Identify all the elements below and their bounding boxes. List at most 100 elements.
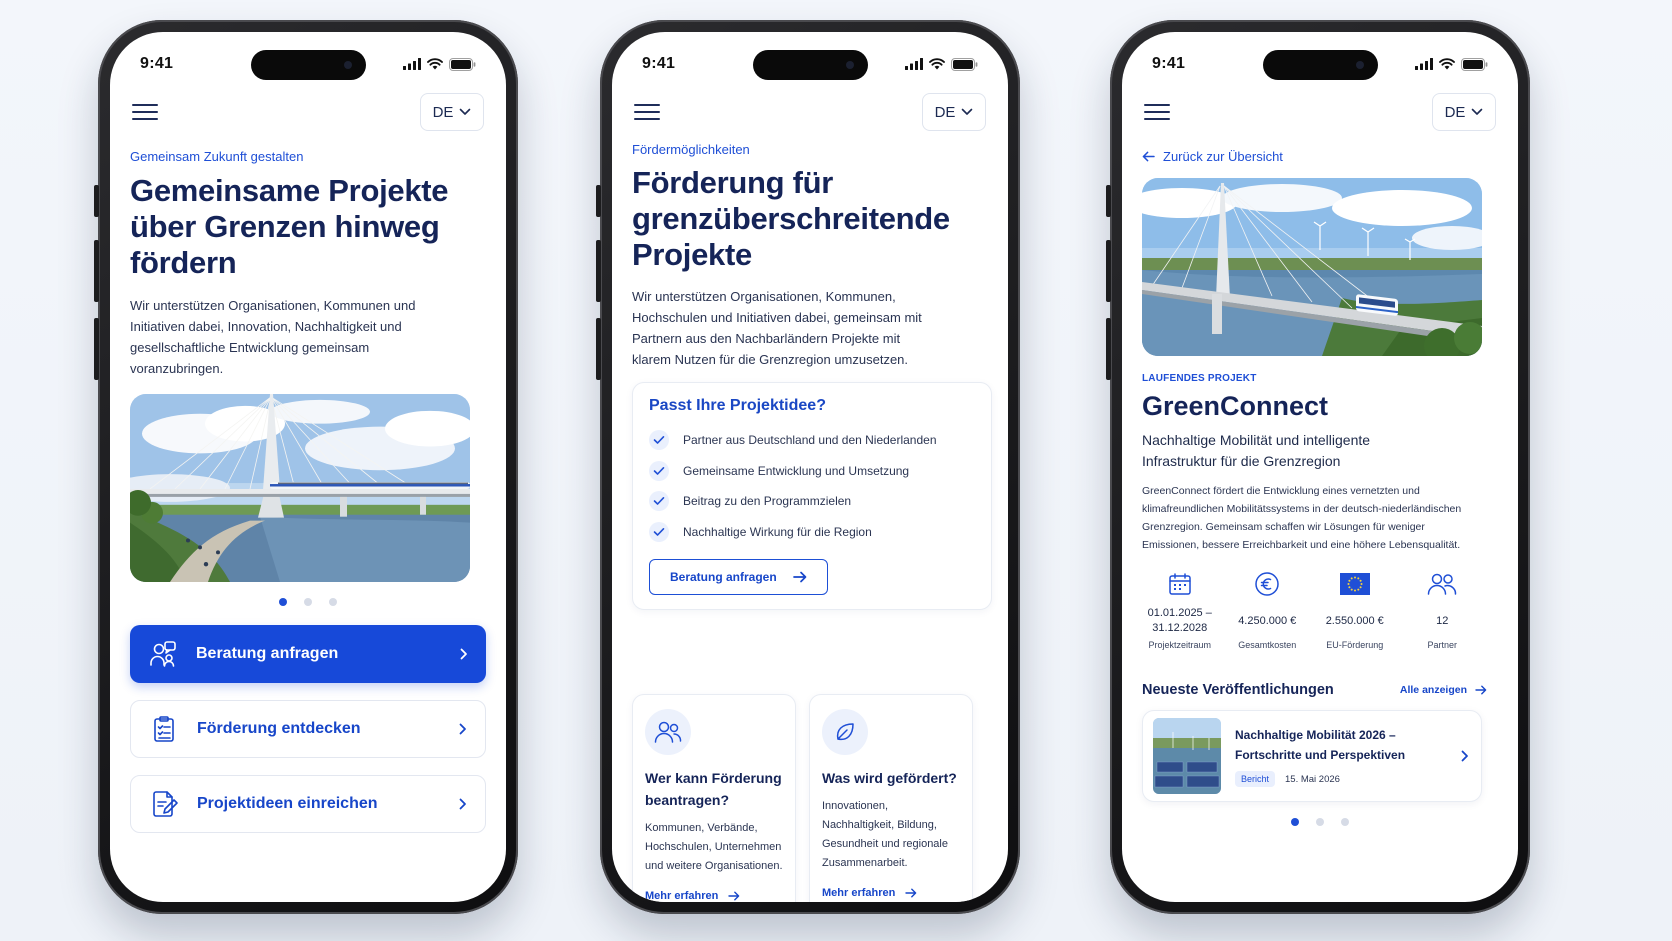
language-label: DE bbox=[1444, 103, 1466, 121]
alle-anzeigen-link[interactable]: Alle anzeigen bbox=[1400, 684, 1487, 696]
carousel-dot[interactable] bbox=[1316, 818, 1324, 826]
top-bar: DE bbox=[634, 92, 986, 132]
signal-icon bbox=[403, 58, 421, 70]
hamburger-menu-icon[interactable] bbox=[132, 102, 158, 122]
projektideen-einreichen-button[interactable]: Projektideen einreichen bbox=[130, 775, 486, 833]
info-card-what[interactable]: Was wird gefördert? Innovationen, Nachha… bbox=[809, 694, 973, 902]
document-edit-icon bbox=[153, 791, 178, 817]
project-subtitle: Nachhaltige Mobilität und intelligente I… bbox=[1142, 432, 1371, 469]
hamburger-menu-icon[interactable] bbox=[634, 102, 660, 122]
check-list-item: Beitrag zu den Programmzielen bbox=[649, 486, 975, 517]
carousel-dot[interactable] bbox=[329, 598, 337, 606]
publication-type-badge: Bericht bbox=[1235, 771, 1276, 787]
project-image-bridge-bus bbox=[1142, 178, 1482, 356]
stat-value: 01.01.2025 – 31.12.2028 bbox=[1147, 607, 1212, 634]
chevron-down-icon bbox=[961, 108, 973, 116]
carousel-dot[interactable] bbox=[1291, 818, 1299, 826]
chevron-down-icon bbox=[1471, 108, 1483, 116]
mehr-erfahren-link[interactable]: Mehr erfahren bbox=[645, 890, 783, 902]
stat-label: EU-Förderung bbox=[1326, 640, 1384, 650]
wifi-icon bbox=[929, 58, 945, 70]
publications-header: Neueste Veröffentlichungen Alle anzeigen bbox=[1142, 682, 1487, 698]
battery-icon bbox=[951, 58, 978, 71]
project-title: GreenConnect bbox=[1142, 391, 1329, 421]
carousel-dots bbox=[130, 598, 486, 606]
phone-frame-3: 9:41 DE Zurück zur Übersicht LAUFENDES P… bbox=[1106, 20, 1530, 914]
chevron-right-icon bbox=[1461, 750, 1469, 762]
consult-icon bbox=[150, 641, 176, 667]
status-bar: 9:41 bbox=[642, 52, 978, 76]
stat-value: 4.250.000 € bbox=[1238, 614, 1297, 627]
language-label: DE bbox=[432, 103, 454, 121]
carousel-dot[interactable] bbox=[1341, 818, 1349, 826]
check-card-title: Passt Ihre Projektidee? bbox=[649, 397, 826, 414]
cta-label: Beratung anfragen bbox=[196, 645, 339, 662]
chevron-right-icon bbox=[459, 798, 467, 810]
euro-icon bbox=[1254, 570, 1280, 598]
back-to-overview-link[interactable]: Zurück zur Übersicht bbox=[1142, 149, 1498, 164]
check-list-item: Nachhaltige Wirkung für die Region bbox=[649, 517, 975, 548]
arrow-right-icon bbox=[728, 891, 740, 901]
clipboard-icon bbox=[154, 716, 174, 742]
stat-value: 2.550.000 € bbox=[1325, 614, 1384, 627]
info-card-who[interactable]: Wer kann Förderung beantragen? Kommunen,… bbox=[632, 694, 796, 902]
top-bar: DE bbox=[132, 92, 484, 132]
language-label: DE bbox=[934, 103, 956, 121]
chevron-right-icon bbox=[459, 723, 467, 735]
intro-text: Wir unterstützen Organisationen, Kommune… bbox=[632, 289, 922, 367]
arrow-right-icon bbox=[905, 888, 917, 898]
arrow-right-icon bbox=[1475, 685, 1487, 695]
carousel-dots bbox=[1142, 818, 1498, 826]
page-title: Gemeinsame Projekte über Grenzen hinweg … bbox=[130, 173, 449, 280]
screen-home: 9:41 DE Gemeinsam Zukunft gestalten Geme… bbox=[110, 32, 506, 902]
stat-label: Partner bbox=[1427, 640, 1457, 650]
screen-project-detail: 9:41 DE Zurück zur Übersicht LAUFENDES P… bbox=[1122, 32, 1518, 902]
project-content: Zurück zur Übersicht LAUFENDES PROJEKT G… bbox=[1142, 142, 1498, 902]
project-idea-check-card: Passt Ihre Projektidee? Partner aus Deut… bbox=[632, 382, 992, 610]
status-time: 9:41 bbox=[1152, 55, 1186, 72]
wifi-icon bbox=[427, 58, 443, 70]
page-title: Förderung für grenzüberschreitende Proje… bbox=[632, 165, 950, 272]
chevron-right-icon bbox=[460, 648, 468, 660]
hamburger-menu-icon[interactable] bbox=[1144, 102, 1170, 122]
language-selector[interactable]: DE bbox=[1432, 93, 1496, 131]
carousel-dot[interactable] bbox=[279, 598, 287, 606]
checkmark-icon bbox=[649, 491, 669, 512]
leaf-icon bbox=[822, 709, 868, 755]
top-bar: DE bbox=[1144, 92, 1496, 132]
card-text: Kommunen, Verbände, Hochschulen, Unterne… bbox=[645, 822, 783, 872]
signal-icon bbox=[1415, 58, 1433, 70]
screen-funding: 9:41 DE Fördermöglichkeiten Förderung fü… bbox=[612, 32, 1008, 902]
language-selector[interactable]: DE bbox=[922, 93, 986, 131]
signal-icon bbox=[905, 58, 923, 70]
publication-card[interactable]: Nachhaltige Mobilität 2026 – Fortschritt… bbox=[1142, 710, 1482, 802]
beratung-anfragen-button[interactable]: Beratung anfragen bbox=[649, 559, 828, 595]
carousel-dot[interactable] bbox=[304, 598, 312, 606]
status-time: 9:41 bbox=[140, 55, 174, 72]
stat-value: 12 bbox=[1436, 614, 1449, 627]
stat-label: Gesamtkosten bbox=[1238, 640, 1297, 650]
eyebrow-text: Gemeinsam Zukunft gestalten bbox=[130, 149, 304, 164]
foerderung-entdecken-button[interactable]: Förderung entdecken bbox=[130, 700, 486, 758]
checkmark-icon bbox=[649, 521, 669, 542]
card-text: Innovationen, Nachhaltigkeit, Bildung, G… bbox=[822, 800, 948, 869]
beratung-anfragen-button[interactable]: Beratung anfragen bbox=[130, 625, 486, 683]
stat-total-costs: 4.250.000 € Gesamtkosten bbox=[1224, 570, 1312, 650]
hero-image-bridge-train bbox=[130, 394, 470, 582]
arrow-right-icon bbox=[793, 571, 807, 583]
stat-partners: 12 Partner bbox=[1399, 570, 1487, 650]
cta-label: Förderung entdecken bbox=[197, 720, 361, 737]
cta-label: Projektideen einreichen bbox=[197, 795, 378, 812]
chevron-down-icon bbox=[459, 108, 471, 116]
publication-date: 15. Mai 2026 bbox=[1285, 773, 1340, 785]
publication-title: Nachhaltige Mobilität 2026 – Fortschritt… bbox=[1235, 728, 1406, 762]
publication-thumbnail bbox=[1153, 718, 1221, 794]
stat-label: Projektzeitraum bbox=[1148, 640, 1212, 650]
language-selector[interactable]: DE bbox=[420, 93, 484, 131]
card-title: Wer kann Förderung beantragen? bbox=[645, 770, 782, 808]
eyebrow-text: Fördermöglichkeiten bbox=[632, 142, 750, 157]
mehr-erfahren-link[interactable]: Mehr erfahren bbox=[822, 887, 960, 899]
status-time: 9:41 bbox=[642, 55, 676, 72]
project-stats: 01.01.2025 – 31.12.2028 Projektzeitraum … bbox=[1136, 570, 1486, 650]
partners-icon bbox=[1427, 570, 1457, 598]
